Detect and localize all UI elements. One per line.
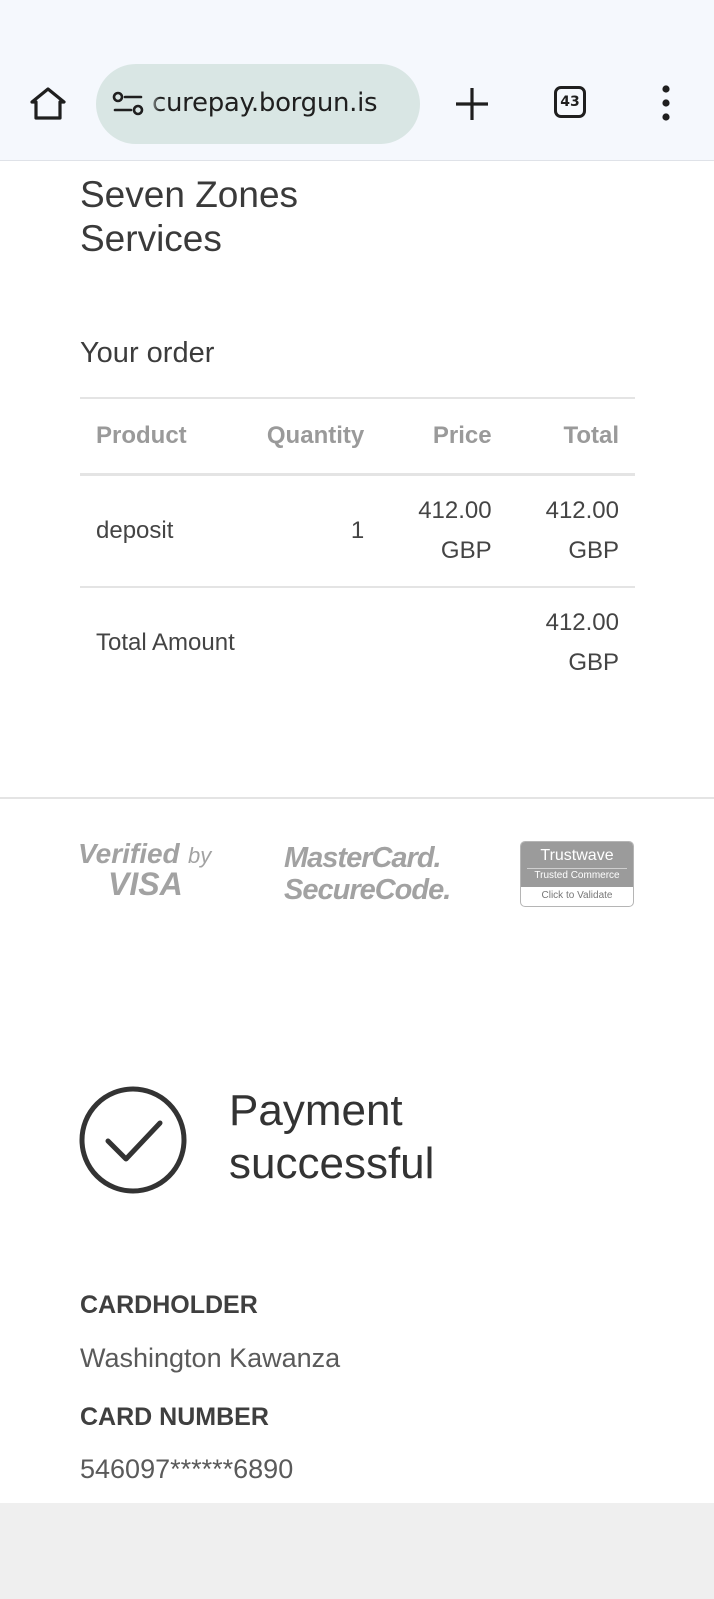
- trustwave-badge[interactable]: Trustwave Trusted Commerce Click to Vali…: [520, 841, 634, 907]
- url-text[interactable]: curepay.borgun.is: [152, 88, 378, 118]
- item-quantity: 1: [228, 474, 381, 588]
- item-product: deposit: [80, 474, 229, 588]
- trustwave-validate-link[interactable]: Click to Validate: [521, 887, 633, 905]
- cardholder-value: Washington Kawanza: [80, 1343, 341, 1373]
- column-header-product: Product: [80, 397, 229, 476]
- mastercard-securecode-logo: MasterCard. SecureCode.: [284, 842, 450, 903]
- card-number-label: CARD NUMBER: [80, 1403, 269, 1431]
- payment-status: Payment successful: [229, 1086, 435, 1188]
- merchant-name: Seven Zones Services: [80, 174, 299, 259]
- site-settings-icon[interactable]: [112, 90, 144, 118]
- mc-badge-line2: SecureCode.: [284, 874, 450, 903]
- browser-toolbar: curepay.borgun.is 43: [0, 0, 714, 161]
- payment-page: Seven Zones Services Your order Product …: [0, 161, 714, 1503]
- trustwave-subtitle: Trusted Commerce: [527, 868, 627, 883]
- check-circle-icon: [79, 1086, 187, 1194]
- total-amount-label: Total Amount: [96, 629, 235, 656]
- address-bar[interactable]: curepay.borgun.is: [96, 64, 420, 144]
- tab-switcher-button[interactable]: 43: [554, 86, 586, 118]
- visa-badge-line1: Verified: [78, 838, 181, 869]
- total-amount-value: 412.00: [545, 609, 619, 636]
- item-price-currency: GBP: [440, 537, 492, 564]
- home-icon[interactable]: [28, 84, 68, 124]
- section-divider: [0, 797, 714, 799]
- column-header-quantity: Quantity: [228, 397, 381, 476]
- trustwave-name: Trustwave: [540, 847, 614, 864]
- column-header-total: Total: [507, 397, 635, 476]
- card-number-value: 546097******6890: [80, 1454, 294, 1484]
- total-row: Total Amount 412.00 GBP: [80, 587, 635, 698]
- total-amount: 412.00 GBP: [508, 587, 635, 698]
- item-total: 412.00 GBP: [507, 474, 635, 588]
- cardholder-label: CARDHOLDER: [80, 1291, 258, 1319]
- visa-badge-line2: VISA: [108, 866, 183, 902]
- item-price: 412.00 GBP: [380, 474, 508, 588]
- total-spacer: [380, 587, 507, 698]
- url-fade: [146, 64, 160, 144]
- more-menu-icon[interactable]: [652, 84, 680, 124]
- item-price-value: 412.00: [418, 497, 492, 524]
- item-total-currency: GBP: [568, 537, 619, 564]
- visa-badge-by: by: [188, 843, 213, 868]
- verified-by-visa-logo: Verified by VISA: [78, 838, 213, 902]
- order-table: Product Quantity Price Total deposit 1 4…: [80, 397, 635, 698]
- new-tab-icon[interactable]: [452, 84, 492, 124]
- mc-badge-line1: MasterCard.: [284, 842, 441, 874]
- trustwave-header: Trustwave Trusted Commerce: [521, 842, 633, 887]
- table-row: deposit 1 412.00 GBP 412.00 GBP: [80, 474, 635, 588]
- order-title: Your order: [80, 337, 215, 369]
- order-table-header: Product Quantity Price Total: [80, 397, 635, 476]
- total-amount-currency: GBP: [568, 649, 619, 676]
- column-header-price: Price: [380, 397, 508, 476]
- item-total-value: 412.00: [545, 497, 619, 524]
